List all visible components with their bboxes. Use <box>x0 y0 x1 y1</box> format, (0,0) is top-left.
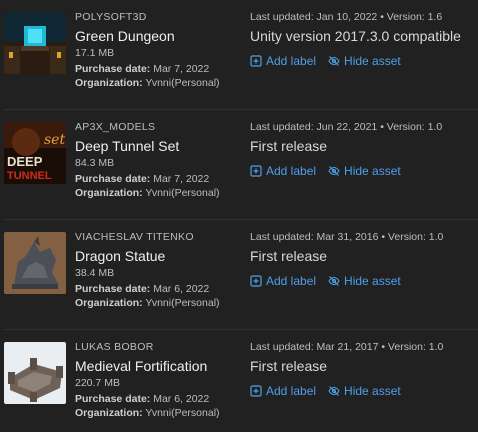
purchase-date: Purchase date: Mar 7, 2022 <box>75 172 245 186</box>
asset-item[interactable]: VIACHESLAV TITENKO Dragon Statue 38.4 MB… <box>0 220 478 330</box>
asset-size: 17.1 MB <box>75 47 115 59</box>
add-label-button[interactable]: Add label <box>250 164 316 178</box>
organization-label: Organization: <box>75 77 143 89</box>
asset-size: 38.4 MB <box>75 267 115 279</box>
medieval-fortification-thumbnail[interactable] <box>4 342 66 404</box>
last-updated: Last updated: Jan 10, 2022 • Version: 1.… <box>250 11 443 23</box>
asset-version-info: Last updated: Jun 22, 2021 • Version: 1.… <box>250 121 476 178</box>
publisher-name[interactable]: POLYSOFT3D <box>75 11 245 23</box>
thumbnail-deep-text: DEEP <box>7 154 43 169</box>
hide-asset-button[interactable]: Hide asset <box>328 164 401 178</box>
asset-actions: Add label Hide asset <box>250 274 476 288</box>
organization: Organization: Yvnni(Personal) <box>75 406 245 420</box>
hide-asset-text: Hide asset <box>344 274 401 288</box>
thumbnail-tunnel-text: TUNNEL <box>7 170 52 182</box>
release-notes: First release <box>250 138 328 154</box>
release-notes: First release <box>250 358 328 374</box>
purchase-date-value: Mar 6, 2022 <box>153 283 210 295</box>
last-updated: Last updated: Mar 21, 2017 • Version: 1.… <box>250 341 444 353</box>
publisher-name[interactable]: LUKAS BOBOR <box>75 341 245 353</box>
add-label-icon <box>250 275 262 287</box>
asset-actions: Add label Hide asset <box>250 164 476 178</box>
asset-info: VIACHESLAV TITENKO Dragon Statue 38.4 MB… <box>75 231 245 310</box>
last-updated: Last updated: Mar 31, 2016 • Version: 1.… <box>250 231 444 243</box>
hide-asset-button[interactable]: Hide asset <box>328 274 401 288</box>
add-label-text: Add label <box>266 164 317 178</box>
organization-value: Yvnni(Personal) <box>145 407 220 419</box>
publisher-name[interactable]: AP3X_MODELS <box>75 121 245 133</box>
thumbnail-set-text: set <box>44 132 65 148</box>
purchase-date: Purchase date: Mar 6, 2022 <box>75 282 245 296</box>
hide-asset-button[interactable]: Hide asset <box>328 54 401 68</box>
asset-title[interactable]: Deep Tunnel Set <box>75 137 245 155</box>
release-notes: Unity version 2017.3.0 compatible <box>250 28 461 44</box>
add-label-button[interactable]: Add label <box>250 274 316 288</box>
organization-value: Yvnni(Personal) <box>145 187 220 199</box>
purchase-date-label: Purchase date: <box>75 393 151 405</box>
eye-off-icon <box>328 166 340 176</box>
asset-title[interactable]: Green Dungeon <box>75 27 245 45</box>
asset-item[interactable]: LUKAS BOBOR Medieval Fortification 220.7… <box>0 330 478 432</box>
purchase-date-label: Purchase date: <box>75 173 151 185</box>
asset-list: POLYSOFT3D Green Dungeon 17.1 MB Purchas… <box>0 0 478 432</box>
hide-asset-text: Hide asset <box>344 54 401 68</box>
hide-asset-text: Hide asset <box>344 384 401 398</box>
organization: Organization: Yvnni(Personal) <box>75 76 245 90</box>
asset-size: 220.7 MB <box>75 377 120 389</box>
add-label-text: Add label <box>266 54 317 68</box>
eye-off-icon <box>328 276 340 286</box>
purchase-date-value: Mar 7, 2022 <box>153 63 210 75</box>
asset-title[interactable]: Medieval Fortification <box>75 357 245 375</box>
asset-info: POLYSOFT3D Green Dungeon 17.1 MB Purchas… <box>75 11 245 90</box>
asset-version-info: Last updated: Jan 10, 2022 • Version: 1.… <box>250 11 476 68</box>
green-dungeon-thumbnail[interactable] <box>4 12 66 74</box>
purchase-date-value: Mar 7, 2022 <box>153 173 210 185</box>
organization-label: Organization: <box>75 187 143 199</box>
asset-version-info: Last updated: Mar 21, 2017 • Version: 1.… <box>250 341 476 398</box>
asset-item[interactable]: POLYSOFT3D Green Dungeon 17.1 MB Purchas… <box>0 0 478 110</box>
add-label-button[interactable]: Add label <box>250 384 316 398</box>
asset-version-info: Last updated: Mar 31, 2016 • Version: 1.… <box>250 231 476 288</box>
deep-tunnel-thumbnail[interactable]: set DEEP TUNNEL <box>4 122 66 184</box>
eye-off-icon <box>328 56 340 66</box>
purchase-date-label: Purchase date: <box>75 63 151 75</box>
organization-value: Yvnni(Personal) <box>145 297 220 309</box>
hide-asset-button[interactable]: Hide asset <box>328 384 401 398</box>
last-updated: Last updated: Jun 22, 2021 • Version: 1.… <box>250 121 443 133</box>
add-label-icon <box>250 165 262 177</box>
organization-label: Organization: <box>75 297 143 309</box>
eye-off-icon <box>328 386 340 396</box>
purchase-date-value: Mar 6, 2022 <box>153 393 210 405</box>
asset-item[interactable]: set DEEP TUNNEL AP3X_MODELS Deep Tunnel … <box>0 110 478 220</box>
purchase-date: Purchase date: Mar 7, 2022 <box>75 62 245 76</box>
hide-asset-text: Hide asset <box>344 164 401 178</box>
purchase-date-label: Purchase date: <box>75 283 151 295</box>
organization-label: Organization: <box>75 407 143 419</box>
asset-info: AP3X_MODELS Deep Tunnel Set 84.3 MB Purc… <box>75 121 245 200</box>
add-label-icon <box>250 385 262 397</box>
dragon-statue-thumbnail[interactable] <box>4 232 66 294</box>
organization: Organization: Yvnni(Personal) <box>75 186 245 200</box>
asset-actions: Add label Hide asset <box>250 384 476 398</box>
asset-size: 84.3 MB <box>75 157 115 169</box>
asset-actions: Add label Hide asset <box>250 54 476 68</box>
purchase-date: Purchase date: Mar 6, 2022 <box>75 392 245 406</box>
organization: Organization: Yvnni(Personal) <box>75 296 245 310</box>
add-label-text: Add label <box>266 384 317 398</box>
add-label-text: Add label <box>266 274 317 288</box>
add-label-button[interactable]: Add label <box>250 54 316 68</box>
organization-value: Yvnni(Personal) <box>145 77 220 89</box>
release-notes: First release <box>250 248 328 264</box>
add-label-icon <box>250 55 262 67</box>
asset-title[interactable]: Dragon Statue <box>75 247 245 265</box>
asset-info: LUKAS BOBOR Medieval Fortification 220.7… <box>75 341 245 420</box>
publisher-name[interactable]: VIACHESLAV TITENKO <box>75 231 245 243</box>
